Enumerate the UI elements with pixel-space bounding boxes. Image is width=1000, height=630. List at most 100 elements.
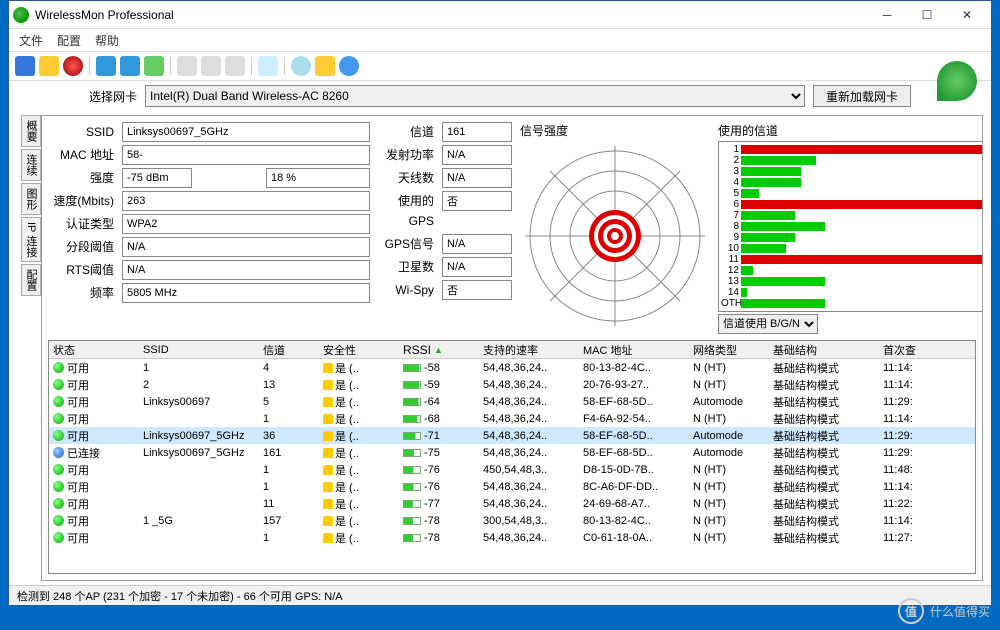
col-rssi[interactable]: RSSI ▲: [399, 343, 479, 357]
signal-title: 信号强度: [520, 122, 710, 139]
auth-field[interactable]: [122, 214, 370, 234]
content-panel: SSID MAC 地址 强度 速度(Mbits) 认证类型 分段阈值 RTS阈值…: [41, 115, 983, 581]
ant-label: 天线数: [378, 168, 438, 188]
top-section: SSID MAC 地址 强度 速度(Mbits) 认证类型 分段阈值 RTS阈值…: [48, 122, 976, 334]
ssid-field[interactable]: [122, 122, 370, 142]
channel-group: 使用的信道 1234567891011121314OTH 信道使用 B/G/N: [718, 122, 983, 334]
adapter-select[interactable]: Intel(R) Dual Band Wireless-AC 8260: [145, 85, 805, 107]
rts-label: RTS阈值: [48, 260, 118, 280]
table-row[interactable]: 可用 14 是 (.. -58 54,48,36,24..80-13-82-4C…: [49, 359, 975, 376]
table-row[interactable]: 可用 11 是 (.. -77 54,48,36,24..24-69-68-A7…: [49, 495, 975, 512]
reload-adapter-button[interactable]: 重新加载网卡: [813, 85, 911, 107]
tab-graph[interactable]: 图形: [21, 183, 41, 215]
close-button[interactable]: ✕: [947, 4, 987, 26]
separator: [170, 57, 171, 75]
sort-asc-icon: ▲: [434, 345, 443, 355]
sat-field[interactable]: [442, 257, 512, 277]
tool-icon-2[interactable]: [120, 56, 140, 76]
chan-field[interactable]: [442, 122, 512, 142]
table-row[interactable]: 可用 1 是 (.. -76 450,54,48,3..D8-15-0D-7B.…: [49, 461, 975, 478]
table-body: 可用 14 是 (.. -58 54,48,36,24..80-13-82-4C…: [49, 359, 975, 546]
frag-field[interactable]: [122, 237, 370, 257]
auth-label: 认证类型: [48, 214, 118, 234]
tool-icon-3[interactable]: [144, 56, 164, 76]
txp-field[interactable]: [442, 145, 512, 165]
table-row[interactable]: 已连接 Linksys00697_5GHz161 是 (.. -75 54,48…: [49, 444, 975, 461]
tab-ip[interactable]: IP 连接: [21, 217, 41, 262]
separator: [251, 57, 252, 75]
ssid-label: SSID: [48, 122, 118, 142]
table-row[interactable]: 可用 Linksys006975 是 (.. -64 54,48,36,24..…: [49, 393, 975, 410]
settings-icon[interactable]: [315, 56, 335, 76]
channel-mode-row: 信道使用 B/G/N: [718, 314, 983, 334]
tab-summary[interactable]: 概要: [21, 115, 41, 147]
sat-label: 卫星数: [378, 257, 438, 277]
col-mac[interactable]: MAC 地址: [579, 342, 689, 358]
adapter-label: 选择网卡: [89, 88, 137, 105]
gps-field[interactable]: [442, 191, 512, 211]
channel-chart: 1234567891011121314OTH: [718, 141, 983, 312]
titlebar: WirelessMon Professional ─ ☐ ✕: [9, 1, 991, 29]
ap-table: 状态 SSID 信道 安全性 RSSI ▲ 支持的速率 MAC 地址 网络类型 …: [48, 340, 976, 574]
signal-radar: [520, 141, 710, 331]
tab-continuous[interactable]: 连续: [21, 149, 41, 181]
maximize-button[interactable]: ☐: [907, 4, 947, 26]
ant-field[interactable]: [442, 168, 512, 188]
col-first[interactable]: 首次查: [879, 342, 929, 358]
menu-file[interactable]: 文件: [19, 32, 43, 49]
menu-help[interactable]: 帮助: [95, 32, 119, 49]
mac-field[interactable]: [122, 145, 370, 165]
speed-field[interactable]: [122, 191, 370, 211]
chan-label: 信道: [378, 122, 438, 142]
watermark-icon: 值: [898, 598, 924, 624]
app-window: WirelessMon Professional ─ ☐ ✕ 文件 配置 帮助 …: [8, 0, 992, 606]
copy-icon[interactable]: [225, 56, 245, 76]
strength-pct-field[interactable]: [266, 168, 370, 188]
mac-label: MAC 地址: [48, 145, 118, 165]
app-logo: [937, 61, 977, 101]
separator: [89, 57, 90, 75]
watermark-text: 什么值得买: [930, 603, 990, 620]
col-infra[interactable]: 基础结构: [769, 342, 879, 358]
tool-icon-1[interactable]: [96, 56, 116, 76]
freq-field[interactable]: [122, 283, 370, 303]
rts-field[interactable]: [122, 260, 370, 280]
adapter-row: 选择网卡 Intel(R) Dual Band Wireless-AC 8260…: [9, 81, 991, 111]
gps-label: 使用的GPS: [378, 191, 438, 231]
help-icon[interactable]: [339, 56, 359, 76]
col-net[interactable]: 网络类型: [689, 342, 769, 358]
col-ssid[interactable]: SSID: [139, 344, 259, 356]
clipboard-icon[interactable]: [258, 56, 278, 76]
minimize-button[interactable]: ─: [867, 4, 907, 26]
print-icon[interactable]: [177, 56, 197, 76]
txp-label: 发射功率: [378, 145, 438, 165]
window-title: WirelessMon Professional: [35, 8, 867, 22]
side-tabs: 概要 连续 图形 IP 连接 配置: [21, 115, 41, 581]
globe-icon[interactable]: [291, 56, 311, 76]
table-row[interactable]: 可用 1 _5G157 是 (.. -78 300,54,48,3..80-13…: [49, 512, 975, 529]
col-status[interactable]: 状态: [49, 342, 139, 358]
col-chan[interactable]: 信道: [259, 342, 319, 358]
gpss-field[interactable]: [442, 234, 512, 254]
col-sec[interactable]: 安全性: [319, 342, 399, 358]
frag-label: 分段阈值: [48, 237, 118, 257]
table-row[interactable]: 可用 1 是 (.. -78 54,48,36,24..C0-61-18-0A.…: [49, 529, 975, 546]
menu-config[interactable]: 配置: [57, 32, 81, 49]
speed-label: 速度(Mbits): [48, 191, 118, 211]
col-rates[interactable]: 支持的速率: [479, 342, 579, 358]
record-icon[interactable]: [63, 56, 83, 76]
wispy-label: Wi-Spy: [378, 280, 438, 300]
save-icon[interactable]: [15, 56, 35, 76]
table-row[interactable]: 可用 Linksys00697_5GHz36 是 (.. -71 54,48,3…: [49, 427, 975, 444]
statusbar: 检测到 248 个AP (231 个加密 - 17 个未加密) - 66 个可用…: [9, 585, 991, 605]
folder-icon[interactable]: [39, 56, 59, 76]
table-header: 状态 SSID 信道 安全性 RSSI ▲ 支持的速率 MAC 地址 网络类型 …: [49, 341, 975, 359]
tab-config[interactable]: 配置: [21, 264, 41, 296]
table-row[interactable]: 可用 1 是 (.. -68 54,48,36,24..F4-6A-92-54.…: [49, 410, 975, 427]
strength-field[interactable]: [122, 168, 192, 188]
table-row[interactable]: 可用 1 是 (.. -76 54,48,36,24..8C-A6-DF-DD.…: [49, 478, 975, 495]
export-icon[interactable]: [201, 56, 221, 76]
table-row[interactable]: 可用 213 是 (.. -59 54,48,36,24..20-76-93-2…: [49, 376, 975, 393]
wispy-field[interactable]: [442, 280, 512, 300]
channel-mode-select[interactable]: 信道使用 B/G/N: [718, 314, 818, 334]
